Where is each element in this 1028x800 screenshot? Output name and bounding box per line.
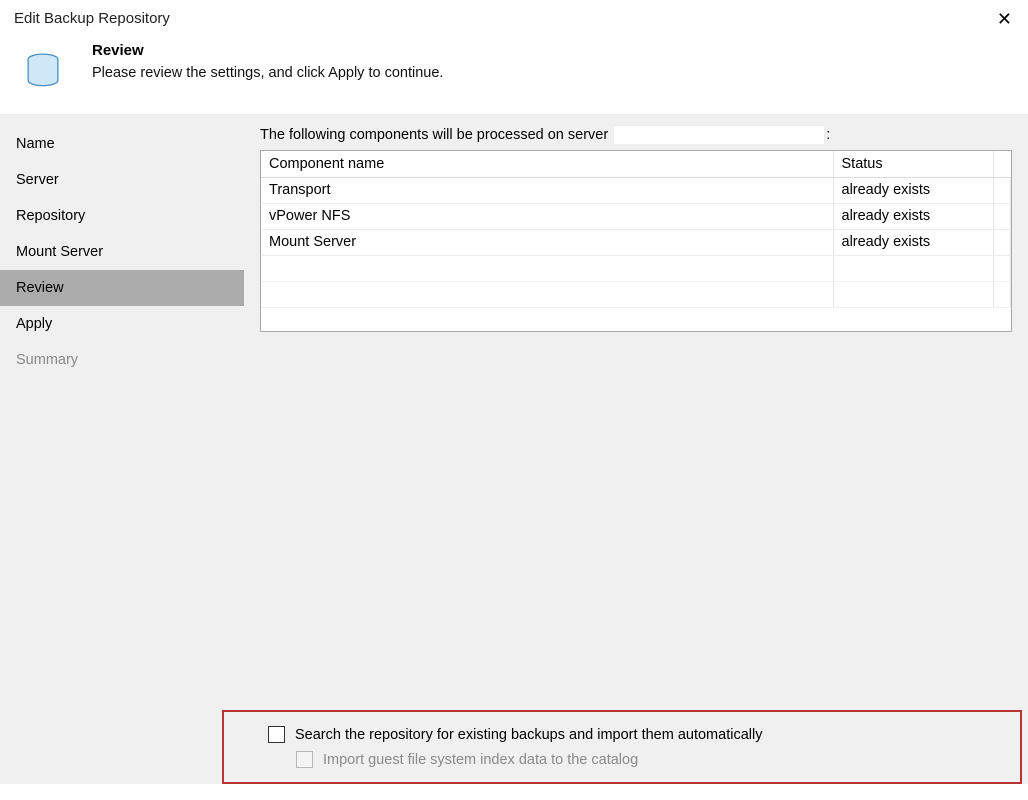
column-header-name[interactable]: Component name xyxy=(261,151,833,177)
repository-icon xyxy=(22,48,64,90)
table-row[interactable]: Mount Server already exists xyxy=(261,229,1011,255)
cell-component-name: vPower NFS xyxy=(261,203,833,229)
cell-component-name: Mount Server xyxy=(261,229,833,255)
table-row[interactable]: vPower NFS already exists xyxy=(261,203,1011,229)
step-mount-server[interactable]: Mount Server xyxy=(0,234,244,270)
step-name[interactable]: Name xyxy=(0,126,244,162)
step-apply[interactable]: Apply xyxy=(0,306,244,342)
step-repository[interactable]: Repository xyxy=(0,198,244,234)
table-row xyxy=(261,255,1011,281)
import-index-checkbox: Import guest file system index data to t… xyxy=(296,751,1002,768)
cell-status: already exists xyxy=(833,229,994,255)
page-subtitle: Please review the settings, and click Ap… xyxy=(92,65,443,81)
column-gutter xyxy=(994,151,1011,177)
checkbox-icon xyxy=(296,751,313,768)
step-server[interactable]: Server xyxy=(0,162,244,198)
search-repository-label: Search the repository for existing backu… xyxy=(295,727,762,743)
components-table: Component name Status Transport already … xyxy=(260,150,1012,332)
cell-status: already exists xyxy=(833,203,994,229)
page-title: Review xyxy=(92,42,443,59)
intro-text: The following components will be process… xyxy=(260,126,1012,144)
cell-status: already exists xyxy=(833,177,994,203)
checkbox-icon[interactable] xyxy=(268,726,285,743)
wizard-steps: Name Server Repository Mount Server Revi… xyxy=(0,114,244,784)
wizard-header: Review Please review the settings, and c… xyxy=(0,34,1028,114)
import-options-panel: Search the repository for existing backu… xyxy=(222,710,1022,784)
cell-component-name: Transport xyxy=(261,177,833,203)
import-index-label: Import guest file system index data to t… xyxy=(323,752,638,768)
server-name-field xyxy=(614,126,824,144)
table-row xyxy=(261,281,1011,307)
window-title: Edit Backup Repository xyxy=(14,10,170,27)
column-header-status[interactable]: Status xyxy=(833,151,994,177)
table-row[interactable]: Transport already exists xyxy=(261,177,1011,203)
search-repository-checkbox[interactable]: Search the repository for existing backu… xyxy=(268,726,1002,743)
step-summary: Summary xyxy=(0,342,244,378)
step-review[interactable]: Review xyxy=(0,270,244,306)
close-icon[interactable]: ✕ xyxy=(993,10,1016,28)
